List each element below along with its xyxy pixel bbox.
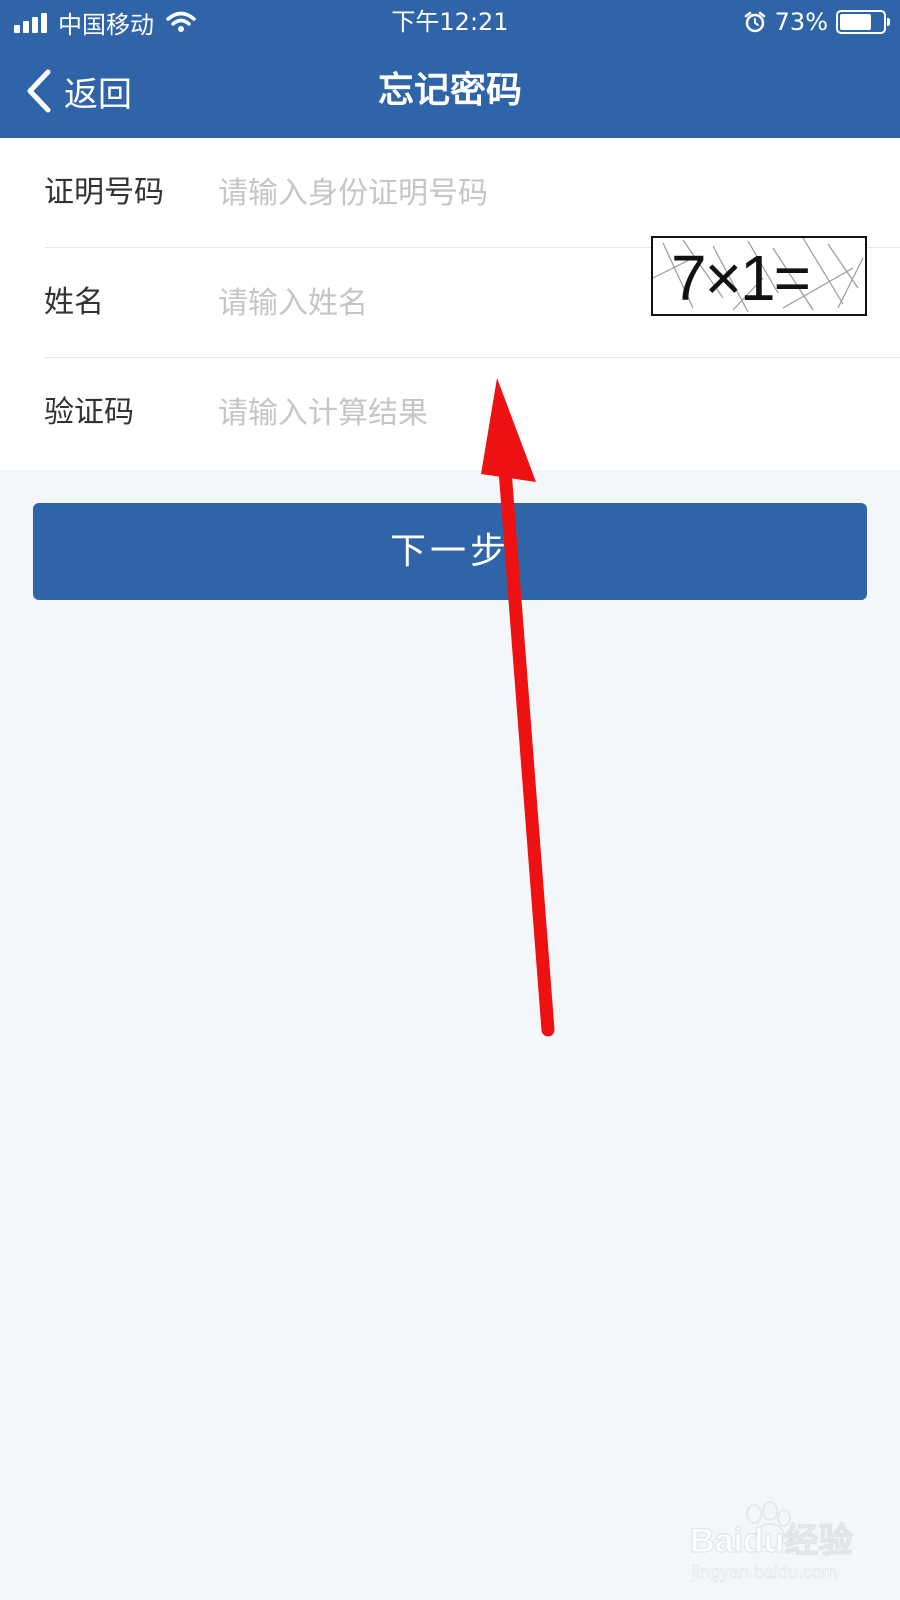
captcha-text: 7×1= [671, 242, 809, 314]
page-title: 忘记密码 [377, 70, 522, 111]
next-step-button[interactable]: 下一步 [33, 503, 867, 600]
battery-icon [836, 10, 890, 34]
id-number-row: 证明号码 [0, 138, 900, 248]
battery-percent: 73% [774, 8, 828, 36]
captcha-image[interactable]: 7×1= [651, 236, 867, 316]
captcha-row: 验证码 [0, 358, 900, 470]
captcha-label: 验证码 [44, 395, 134, 430]
back-button[interactable]: 返回 [26, 66, 132, 116]
navigation-bar: 返回 忘记密码 [0, 44, 900, 138]
status-bar: 中国移动 下午12:21 73% [0, 0, 900, 44]
name-label: 姓名 [44, 285, 104, 320]
id-number-input[interactable] [218, 166, 818, 220]
battery-fill [840, 14, 871, 30]
watermark-brand: Baidu经验 [690, 1521, 852, 1560]
top-bar: 中国移动 下午12:21 73% 返回 忘记密码 [0, 0, 900, 138]
captcha-input[interactable] [218, 386, 638, 440]
id-number-label: 证明号码 [44, 175, 164, 210]
paw-logo-icon: Baidu经验 jingyan.baidu.com [689, 1501, 853, 1582]
status-right: 73% [743, 6, 890, 38]
alarm-clock-icon [744, 11, 765, 33]
watermark-url: jingyan.baidu.com [691, 1562, 837, 1582]
back-label: 返回 [64, 74, 132, 115]
baidu-jingyan-watermark: Baidu经验 jingyan.baidu.com [689, 1500, 890, 1590]
chevron-left-icon [27, 69, 51, 113]
